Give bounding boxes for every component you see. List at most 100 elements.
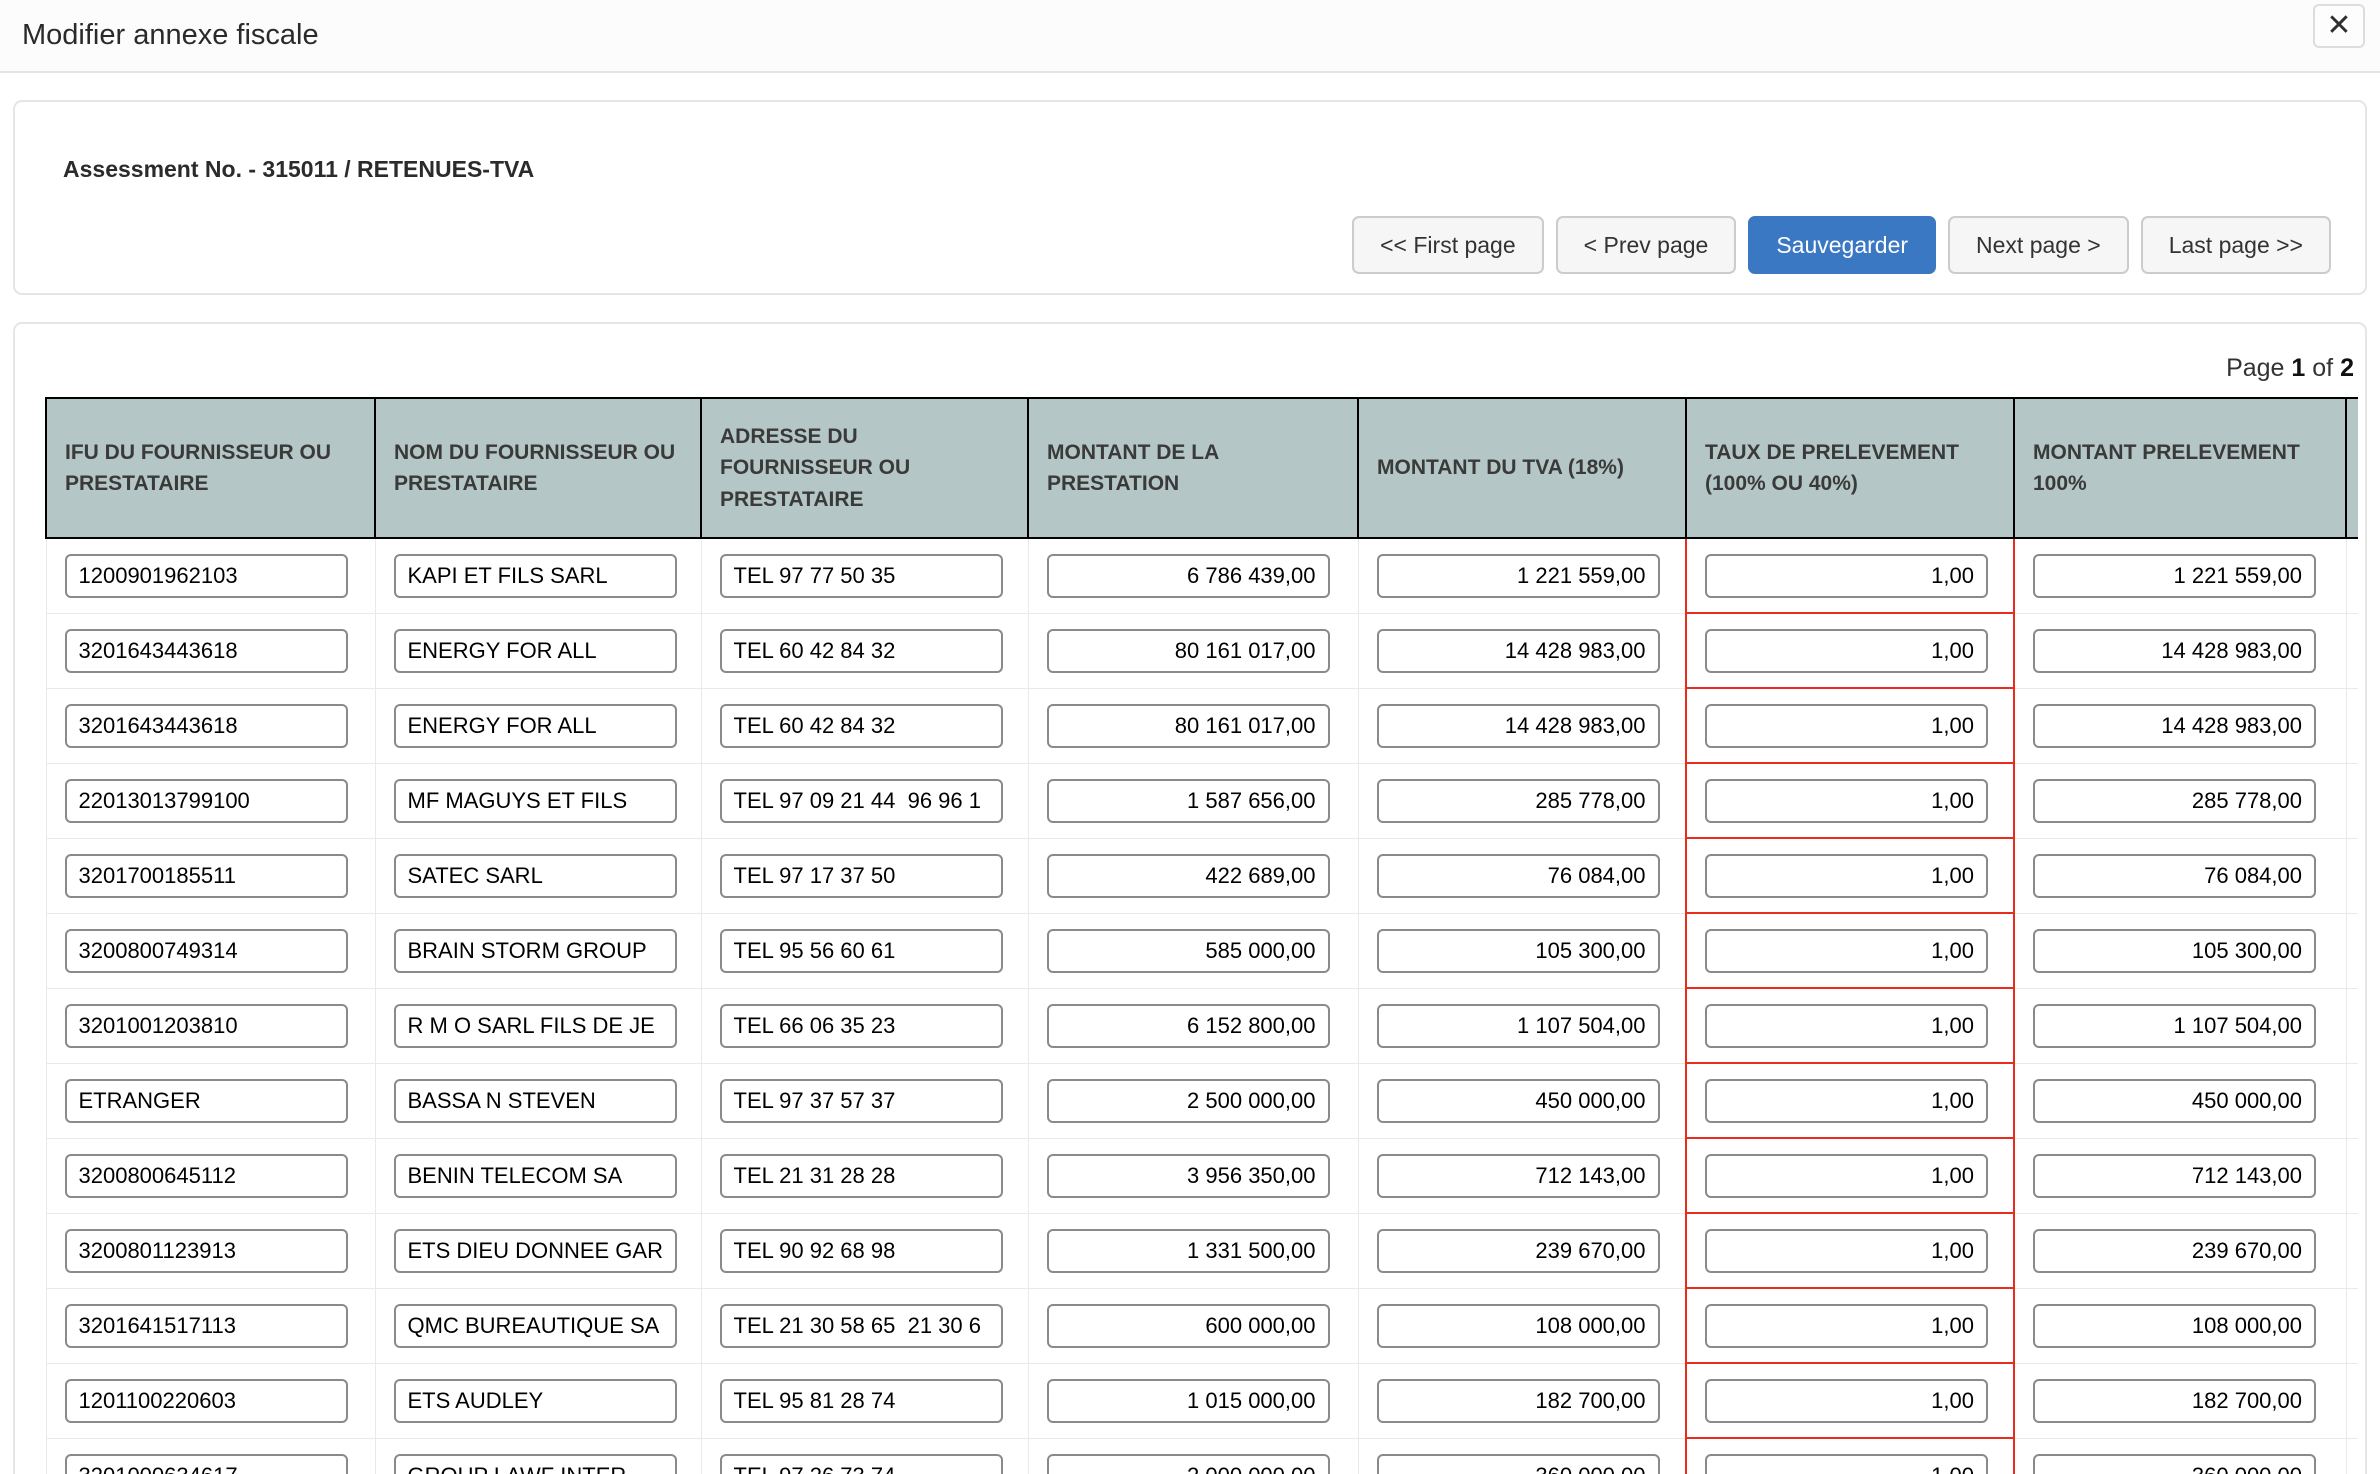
adresse-input[interactable] [720,1304,1003,1348]
montant-tva-input[interactable] [1377,1004,1660,1048]
adresse-input[interactable] [720,929,1003,973]
montant-tva-input[interactable] [1377,704,1660,748]
nom-input[interactable] [394,1079,677,1123]
montant-tva-input[interactable] [1377,1454,1660,1474]
ifu-input[interactable] [65,779,348,823]
montant-prelevement-input[interactable] [2033,929,2316,973]
montant-prelevement-input[interactable] [2033,1229,2316,1273]
nom-input[interactable] [394,704,677,748]
montant-prelevement-input[interactable] [2033,1004,2316,1048]
montant-prestation-input[interactable] [1047,1379,1330,1423]
montant-prestation-input[interactable] [1047,1454,1330,1474]
ifu-input[interactable] [65,929,348,973]
montant-tva-input[interactable] [1377,1304,1660,1348]
taux-prelevement-input[interactable] [1705,629,1988,673]
next-page-button[interactable]: Next page > [1948,216,2129,274]
adresse-input[interactable] [720,1079,1003,1123]
ifu-input[interactable] [65,1154,348,1198]
adresse-input[interactable] [720,1004,1003,1048]
taux-prelevement-input[interactable] [1705,1454,1988,1474]
montant-prelevement-input[interactable] [2033,1454,2316,1474]
save-button[interactable]: Sauvegarder [1748,216,1936,274]
taux-prelevement-input[interactable] [1705,554,1988,598]
adresse-input[interactable] [720,854,1003,898]
adresse-input[interactable] [720,629,1003,673]
taux-prelevement-input[interactable] [1705,1379,1988,1423]
nom-input[interactable] [394,929,677,973]
montant-prelevement-input[interactable] [2033,854,2316,898]
ifu-input[interactable] [65,704,348,748]
montant-prelevement-input[interactable] [2033,1304,2316,1348]
first-page-button[interactable]: << First page [1352,216,1544,274]
montant-tva-input[interactable] [1377,1379,1660,1423]
col-header-ifu: IFU DU FOURNISSEUR OU PRESTATAIRE [46,398,375,538]
montant-prestation-input[interactable] [1047,1004,1330,1048]
montant-prelevement-input[interactable] [2033,1154,2316,1198]
montant-prelevement-input[interactable] [2033,1079,2316,1123]
taux-prelevement-input[interactable] [1705,1229,1988,1273]
montant-tva-input[interactable] [1377,779,1660,823]
ifu-input[interactable] [65,554,348,598]
montant-tva-input[interactable] [1377,1229,1660,1273]
montant-tva-input[interactable] [1377,1154,1660,1198]
extra-cell [2346,1288,2358,1363]
taux-prelevement-input[interactable] [1705,1304,1988,1348]
nom-input[interactable] [394,854,677,898]
montant-prestation-input[interactable] [1047,779,1330,823]
nom-input[interactable] [394,1229,677,1273]
adresse-input[interactable] [720,779,1003,823]
montant-prelevement-input[interactable] [2033,629,2316,673]
montant-tva-input[interactable] [1377,554,1660,598]
nom-input[interactable] [394,629,677,673]
montant-prelevement-input[interactable] [2033,704,2316,748]
nom-input[interactable] [394,1304,677,1348]
ifu-input[interactable] [65,629,348,673]
taux-prelevement-input[interactable] [1705,1154,1988,1198]
taux-prelevement-input[interactable] [1705,704,1988,748]
adresse-input[interactable] [720,1454,1003,1474]
close-button[interactable]: ✕ [2313,4,2365,48]
nom-input[interactable] [394,1454,677,1474]
last-page-button[interactable]: Last page >> [2141,216,2331,274]
montant-prelevement-input[interactable] [2033,554,2316,598]
montant-tva-input[interactable] [1377,854,1660,898]
montant-tva-input[interactable] [1377,629,1660,673]
nom-input[interactable] [394,554,677,598]
adresse-input[interactable] [720,1229,1003,1273]
extra-cell [2346,538,2358,613]
montant-prestation-input[interactable] [1047,1229,1330,1273]
montant-prestation-input[interactable] [1047,554,1330,598]
adresse-input[interactable] [720,1154,1003,1198]
ifu-input[interactable] [65,1004,348,1048]
ifu-input[interactable] [65,1454,348,1474]
nom-input[interactable] [394,1379,677,1423]
taux-prelevement-input[interactable] [1705,1079,1988,1123]
prev-page-button[interactable]: < Prev page [1556,216,1737,274]
montant-prelevement-input[interactable] [2033,779,2316,823]
montant-prestation-input[interactable] [1047,1304,1330,1348]
montant-prestation-input[interactable] [1047,1154,1330,1198]
montant-tva-input[interactable] [1377,1079,1660,1123]
ifu-input[interactable] [65,1079,348,1123]
ifu-input[interactable] [65,1379,348,1423]
nom-input[interactable] [394,779,677,823]
adresse-input[interactable] [720,554,1003,598]
ifu-input[interactable] [65,854,348,898]
montant-prestation-input[interactable] [1047,629,1330,673]
ifu-input[interactable] [65,1229,348,1273]
taux-prelevement-input[interactable] [1705,1004,1988,1048]
taux-prelevement-input[interactable] [1705,929,1988,973]
taux-prelevement-input[interactable] [1705,779,1988,823]
nom-input[interactable] [394,1154,677,1198]
montant-prestation-input[interactable] [1047,1079,1330,1123]
nom-input[interactable] [394,1004,677,1048]
taux-prelevement-input[interactable] [1705,854,1988,898]
montant-prestation-input[interactable] [1047,704,1330,748]
ifu-input[interactable] [65,1304,348,1348]
montant-tva-input[interactable] [1377,929,1660,973]
montant-prelevement-input[interactable] [2033,1379,2316,1423]
adresse-input[interactable] [720,704,1003,748]
montant-prestation-input[interactable] [1047,929,1330,973]
montant-prestation-input[interactable] [1047,854,1330,898]
adresse-input[interactable] [720,1379,1003,1423]
